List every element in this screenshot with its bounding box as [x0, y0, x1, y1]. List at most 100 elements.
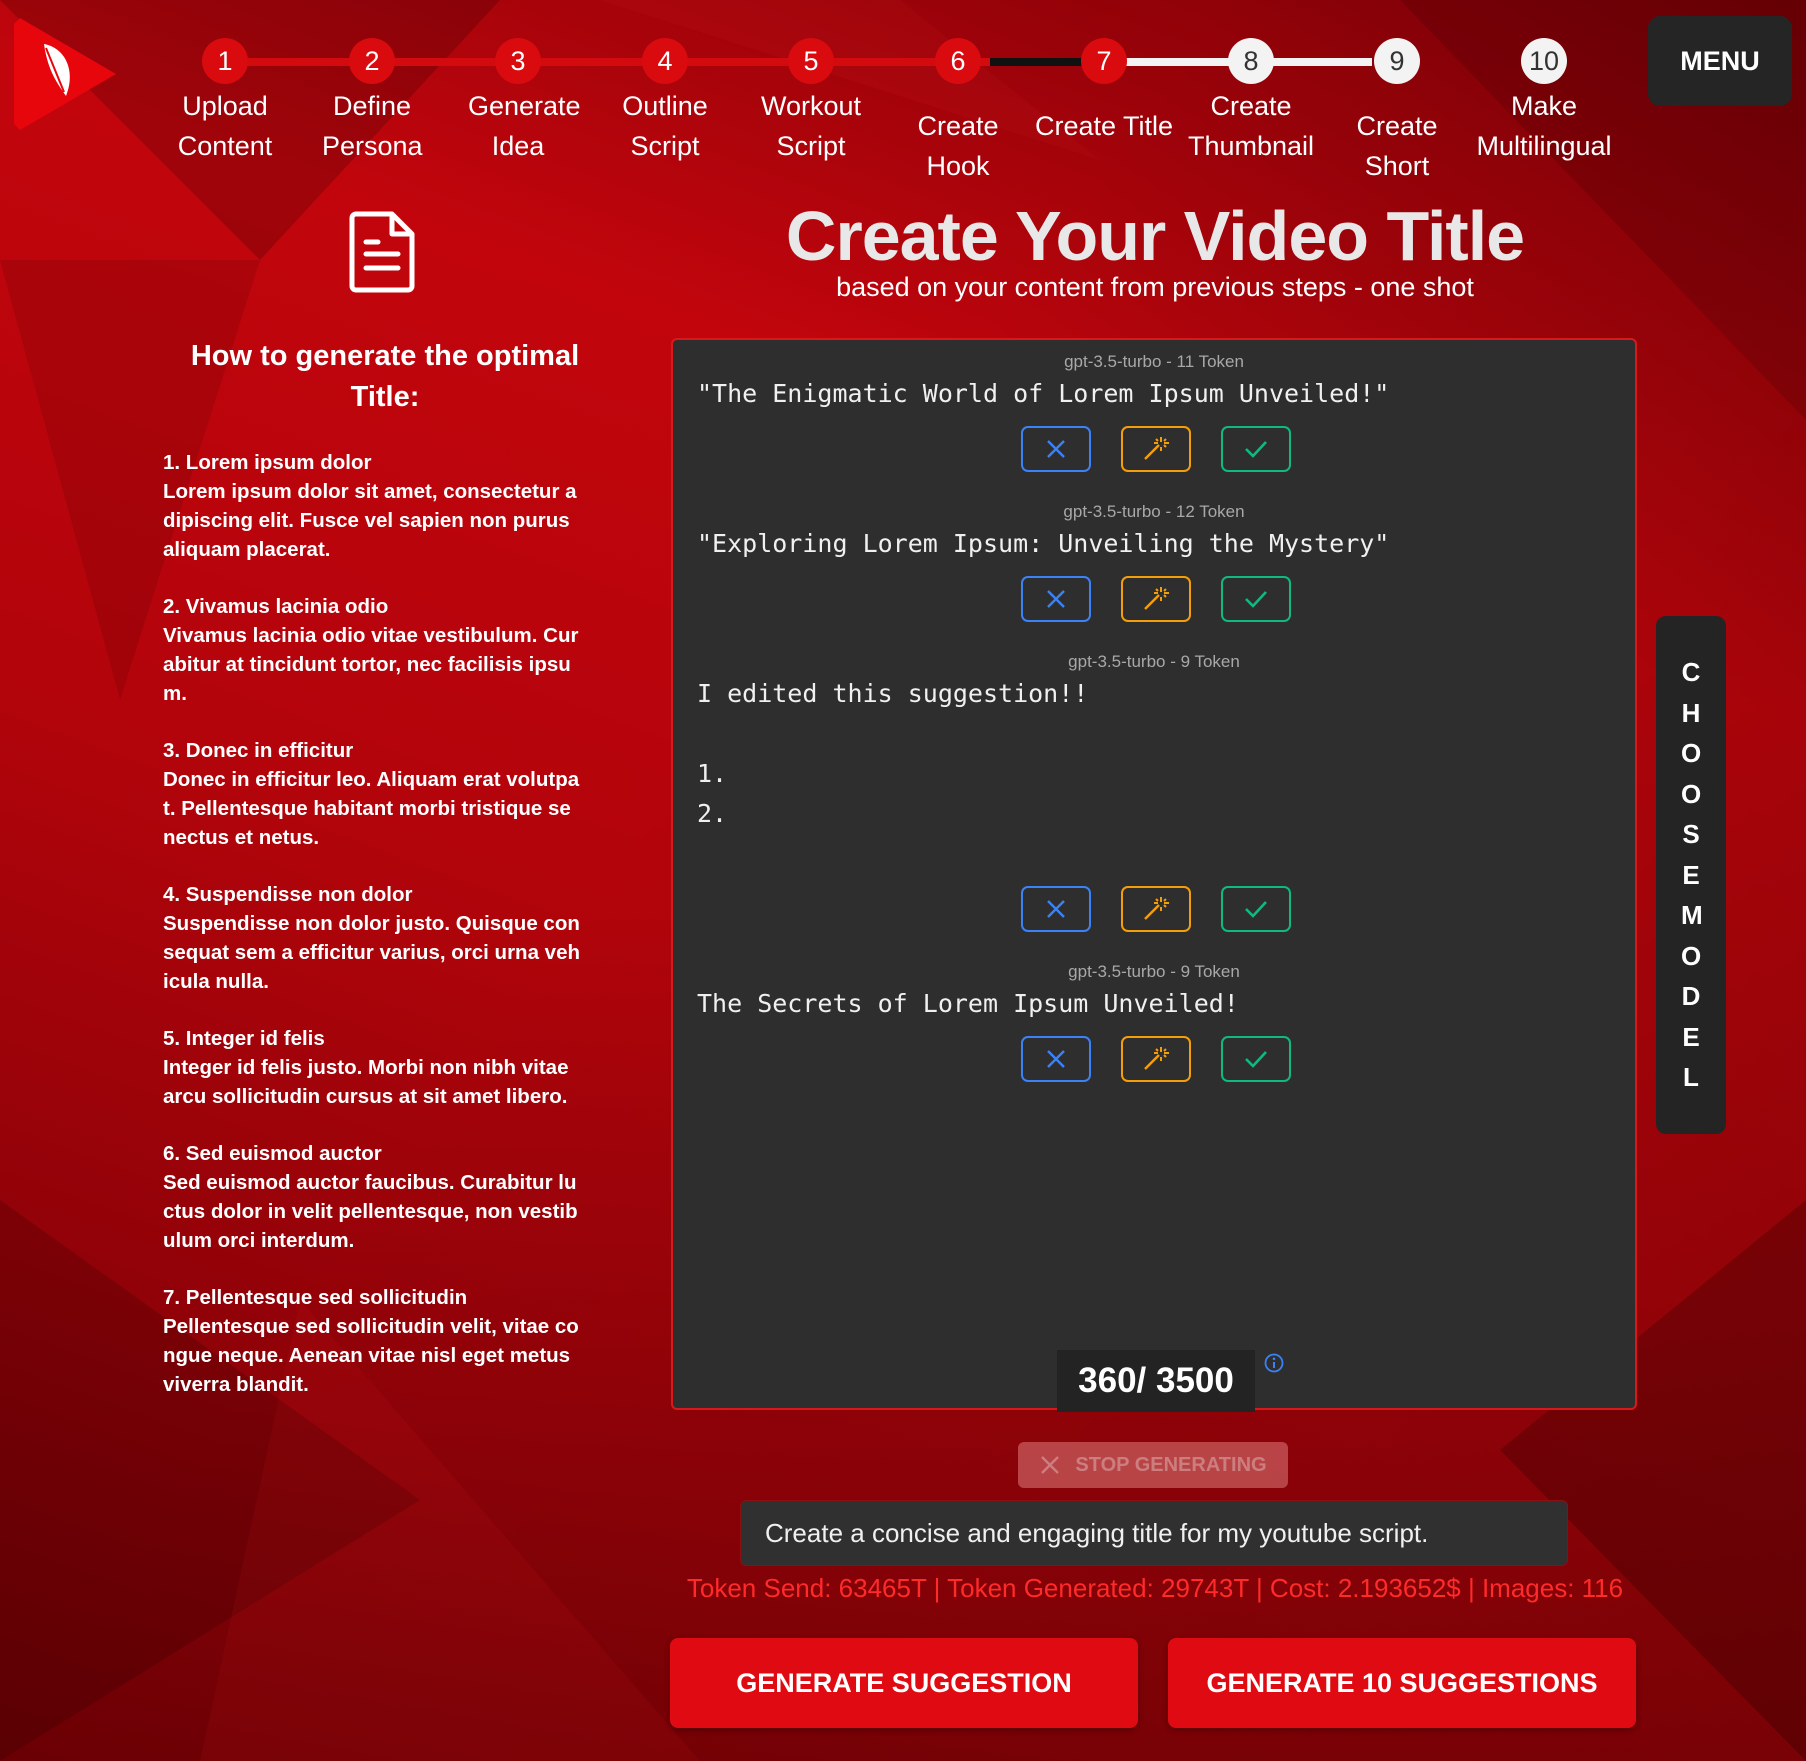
suggestion-meta: gpt-3.5-turbo - 11 Token — [1064, 352, 1244, 371]
checkmark-icon — [1245, 591, 1267, 608]
reject-button[interactable] — [1021, 426, 1091, 472]
suggestion-meta: gpt-3.5-turbo - 9 Token — [1068, 962, 1240, 981]
improve-button[interactable] — [1121, 576, 1191, 622]
choose-model-label: CHOOSE MODEL — [1681, 657, 1703, 1093]
step-number: 10 — [1521, 38, 1567, 84]
magic-wand-icon — [1144, 1047, 1169, 1070]
step-outline-script[interactable]: 4 Outline Script — [590, 18, 740, 166]
info-icon[interactable] — [1263, 1352, 1285, 1374]
instruction-item: 1. Lorem ipsum dolor Lorem ipsum dolor s… — [163, 448, 583, 564]
magic-wand-icon — [1144, 587, 1169, 610]
step-number: 6 — [935, 38, 981, 84]
step-number: 7 — [1081, 38, 1127, 84]
close-icon — [1047, 590, 1065, 608]
accept-button[interactable] — [1221, 1036, 1291, 1082]
step-number: 9 — [1374, 38, 1420, 84]
suggestion-item: gpt-3.5-turbo - 9 Token The Secrets of L… — [673, 962, 1635, 1024]
close-icon — [1047, 440, 1065, 458]
step-number: 1 — [202, 38, 248, 84]
progress-stepper: 1 Upload Content 2 Define Persona 3 Gene… — [160, 18, 1620, 181]
document-icon — [349, 211, 415, 293]
instruction-heading: 3. Donec in efficitur — [163, 739, 354, 762]
step-number: 2 — [349, 38, 395, 84]
step-label: Outline Script — [622, 91, 708, 161]
checkmark-icon — [1245, 901, 1267, 918]
suggestion-text[interactable]: I edited this suggestion!! 1. 2. — [697, 674, 1635, 834]
instruction-heading: 4. Suspendisse non dolor — [163, 883, 413, 906]
accept-button[interactable] — [1221, 426, 1291, 472]
generate-10-suggestions-button[interactable]: GENERATE 10 SUGGESTIONS — [1168, 1638, 1636, 1728]
step-create-title[interactable]: 7 Create Title — [1029, 18, 1179, 146]
suggestions-panel[interactable]: gpt-3.5-turbo - 11 Token "The Enigmatic … — [671, 338, 1637, 1412]
checkmark-icon — [1245, 441, 1267, 458]
instruction-body: Lorem ipsum dolor sit amet, consectetur … — [163, 480, 577, 561]
suggestion-text[interactable]: "Exploring Lorem Ipsum: Unveiling the My… — [697, 524, 1635, 564]
step-label: Generate Idea — [468, 91, 581, 161]
instructions-title: How to generate the optimal Title: — [190, 340, 580, 413]
instruction-item: 2. Vivamus lacinia odio Vivamus lacinia … — [163, 592, 583, 708]
accept-button[interactable] — [1221, 576, 1291, 622]
suggestion-text[interactable]: "The Enigmatic World of Lorem Ipsum Unve… — [697, 374, 1635, 414]
step-label: Workout Script — [761, 91, 862, 161]
suggestion-meta: gpt-3.5-turbo - 12 Token — [1063, 502, 1245, 521]
menu-button[interactable]: MENU — [1648, 16, 1792, 106]
instruction-item: 6. Sed euismod auctor Sed euismod auctor… — [163, 1139, 583, 1255]
instruction-body: Pellentesque sed sollicitudin velit, vit… — [163, 1315, 579, 1396]
close-icon — [1047, 1050, 1065, 1068]
app-logo-icon[interactable] — [14, 14, 118, 130]
step-number: 8 — [1228, 38, 1274, 84]
step-label: Create Thumbnail — [1187, 91, 1315, 161]
reject-button[interactable] — [1021, 886, 1091, 932]
step-label: Create Title — [1034, 111, 1174, 141]
generate-suggestion-button[interactable]: GENERATE SUGGESTION — [670, 1638, 1138, 1728]
improve-button[interactable] — [1121, 1036, 1191, 1082]
step-create-thumbnail[interactable]: 8 Create Thumbnail — [1176, 18, 1326, 166]
step-number: 3 — [495, 38, 541, 84]
instruction-item: 7. Pellentesque sed sollicitudin Pellent… — [163, 1283, 583, 1399]
step-label: Upload Content — [177, 91, 273, 161]
magic-wand-icon — [1144, 437, 1169, 460]
suggestion-item: gpt-3.5-turbo - 12 Token "Exploring Lore… — [673, 502, 1635, 564]
choose-model-tab[interactable]: CHOOSE MODEL — [1656, 616, 1726, 1134]
suggestion-text[interactable]: The Secrets of Lorem Ipsum Unveiled! — [697, 984, 1635, 1024]
step-label: Define Persona — [322, 91, 423, 161]
step-create-short[interactable]: 9 Create Short — [1322, 18, 1472, 186]
instruction-body: Suspendisse non dolor justo. Quisque con… — [163, 912, 580, 993]
suggestion-item: gpt-3.5-turbo - 9 Token I edited this su… — [673, 652, 1635, 834]
step-number: 4 — [642, 38, 688, 84]
instruction-body: Vivamus lacinia odio vitae vestibulum. C… — [163, 624, 579, 705]
stop-generating-button[interactable]: STOP GENERATING — [1018, 1442, 1288, 1488]
close-icon — [1041, 1456, 1060, 1474]
accept-button[interactable] — [1221, 886, 1291, 932]
instruction-heading: 2. Vivamus lacinia odio — [163, 595, 389, 618]
suggestion-meta: gpt-3.5-turbo - 9 Token — [1068, 652, 1240, 671]
instruction-heading: 5. Integer id felis — [163, 1027, 325, 1050]
instruction-body: Donec in efficitur leo. Aliquam erat vol… — [163, 768, 580, 849]
usage-stats: Token Send: 63465T | Token Generated: 29… — [686, 1573, 1624, 1603]
step-create-hook[interactable]: 6 Create Hook — [883, 18, 1033, 186]
instruction-item: 4. Suspendisse non dolor Suspendisse non… — [163, 880, 583, 996]
instruction-body: Integer id felis justo. Morbi non nibh v… — [163, 1056, 569, 1108]
step-number: 5 — [788, 38, 834, 84]
improve-button[interactable] — [1121, 886, 1191, 932]
reject-button[interactable] — [1021, 1036, 1091, 1082]
prompt-input[interactable]: Create a concise and engaging title for … — [740, 1500, 1568, 1566]
step-define-persona[interactable]: 2 Define Persona — [297, 18, 447, 166]
step-workout-script[interactable]: 5 Workout Script — [736, 18, 886, 166]
instruction-body: Sed euismod auctor faucibus. Curabitur l… — [163, 1171, 578, 1252]
step-generate-idea[interactable]: 3 Generate Idea — [443, 18, 593, 166]
page-title: Create Your Video Title — [785, 197, 1525, 275]
step-upload-content[interactable]: 1 Upload Content — [150, 18, 300, 166]
step-label: Create Hook — [917, 111, 999, 181]
step-label: Create Short — [1356, 111, 1438, 181]
magic-wand-icon — [1144, 897, 1169, 920]
step-make-multilingual[interactable]: 10 Make Multilingual — [1469, 18, 1619, 166]
improve-button[interactable] — [1121, 426, 1191, 472]
step-label: Make Multilingual — [1476, 91, 1612, 161]
page-subtitle: based on your content from previous step… — [836, 272, 1474, 302]
instruction-item: 5. Integer id felis Integer id felis jus… — [163, 1024, 583, 1111]
suggestion-item: gpt-3.5-turbo - 11 Token "The Enigmatic … — [673, 352, 1635, 414]
reject-button[interactable] — [1021, 576, 1091, 622]
instruction-heading: 7. Pellentesque sed sollicitudin — [163, 1286, 468, 1309]
close-icon — [1047, 900, 1065, 918]
